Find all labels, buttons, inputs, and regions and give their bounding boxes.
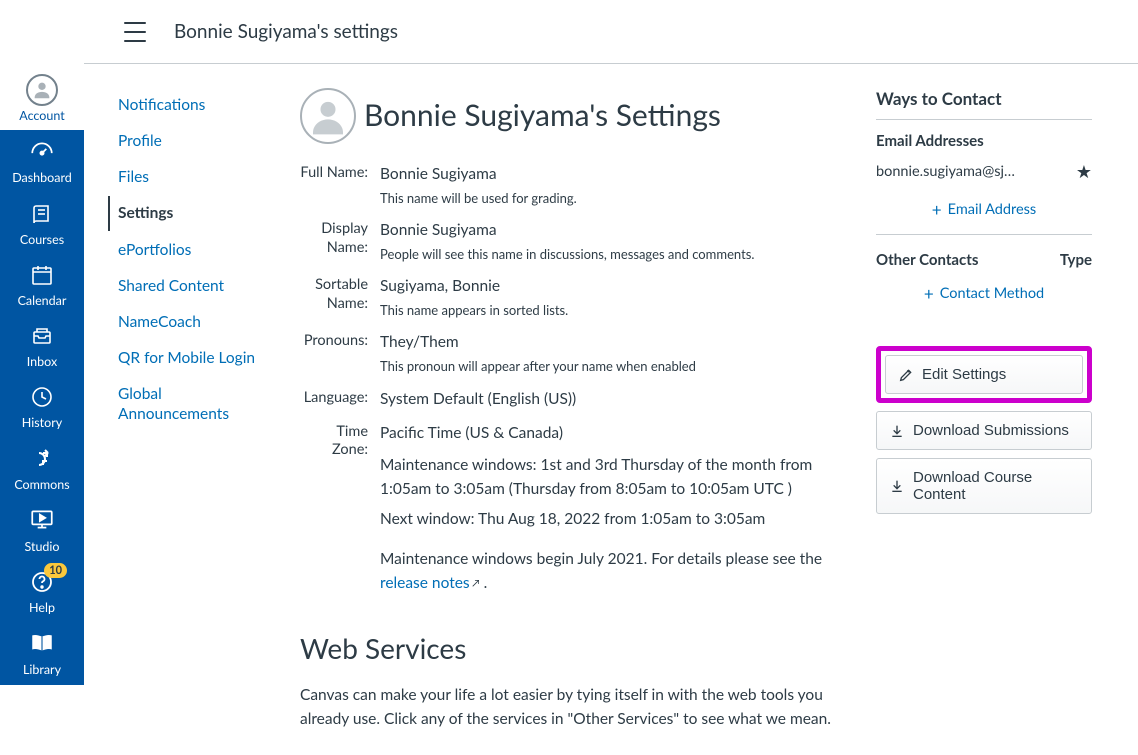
nav-help[interactable]: 10 Help (0, 561, 84, 622)
plus-icon: + (932, 199, 942, 220)
email-addresses-heading: Email Addresses (876, 132, 1092, 150)
web-services-body: Canvas can make your life a lot easier b… (300, 683, 844, 731)
nav-account[interactable]: Account (0, 64, 84, 130)
pronouns-value: They/Them (380, 330, 844, 354)
ways-to-contact-heading: Ways to Contact (876, 88, 1092, 120)
nav-history[interactable]: History (0, 376, 84, 437)
display-name-value: Bonnie Sugiyama (380, 218, 844, 242)
download-course-content-button[interactable]: Download Course Content (876, 458, 1092, 514)
full-name-hint: This name will be used for grading. (380, 188, 844, 208)
subnav-item-notifications[interactable]: Notifications (108, 88, 276, 122)
pencil-icon (898, 367, 914, 383)
release-notes-link[interactable]: release notes (380, 574, 470, 592)
subnav-item-files[interactable]: Files (108, 160, 276, 194)
calendar-icon (27, 262, 57, 288)
subnav-item-global-announcements[interactable]: Global Announcements (108, 377, 276, 431)
sortable-name-label: Sortable Name: (300, 274, 380, 320)
menu-toggle-icon[interactable] (124, 22, 148, 42)
help-badge: 10 (44, 563, 67, 578)
add-contact-link[interactable]: + Contact Method (876, 277, 1092, 318)
sortable-name-value: Sugiyama, Bonnie (380, 274, 844, 298)
nav-courses[interactable]: Courses (0, 193, 84, 254)
add-email-link[interactable]: + Email Address (876, 193, 1092, 235)
plus-icon: + (924, 283, 934, 304)
email-row: bonnie.sugiyama@sj… ★ (876, 160, 1092, 183)
subnav-item-qr-for-mobile-login[interactable]: QR for Mobile Login (108, 341, 276, 375)
courses-icon (27, 201, 57, 227)
right-sidebar: Ways to Contact Email Addresses bonnie.s… (856, 64, 1116, 755)
subnav-item-eportfolios[interactable]: ePortfolios (108, 233, 276, 267)
subnav-item-shared-content[interactable]: Shared Content (108, 269, 276, 303)
timezone-value: Pacific Time (US & Canada) (380, 421, 844, 445)
help-icon: 10 (27, 569, 57, 595)
settings-subnav: NotificationsProfileFilesSettingsePortfo… (84, 64, 276, 755)
display-name-label: Display Name: (300, 218, 380, 264)
maintenance-line-2: Next window: Thu Aug 18, 2022 from 1:05a… (380, 507, 844, 531)
star-icon[interactable]: ★ (1076, 160, 1092, 183)
maintenance-line-3: Maintenance windows begin July 2021. For… (380, 547, 844, 595)
nav-dashboard[interactable]: Dashboard (0, 130, 84, 192)
global-nav: Account Dashboard Courses Calendar Inbox (0, 0, 84, 744)
subnav-item-profile[interactable]: Profile (108, 124, 276, 158)
edit-settings-button[interactable]: Edit Settings (885, 355, 1083, 394)
studio-icon (27, 507, 57, 533)
nav-commons[interactable]: Commons (0, 438, 84, 499)
full-name-label: Full Name: (300, 162, 380, 208)
language-value: System Default (English (US)) (380, 387, 844, 411)
download-icon (889, 423, 905, 439)
timezone-label: Time Zone: (300, 421, 380, 595)
type-heading: Type (1060, 251, 1092, 269)
download-icon (889, 478, 905, 494)
commons-icon (27, 446, 57, 472)
pronouns-label: Pronouns: (300, 330, 380, 376)
sortable-name-hint: This name appears in sorted lists. (380, 300, 844, 320)
top-header: SJSU Bonnie Sugiyama's settings (0, 0, 1138, 64)
pronouns-hint: This pronoun will appear after your name… (380, 356, 844, 376)
nav-calendar[interactable]: Calendar (0, 254, 84, 315)
other-contacts-heading: Other Contacts (876, 251, 978, 269)
external-link-icon: ↗ (470, 577, 480, 589)
display-name-hint: People will see this name in discussions… (380, 244, 844, 264)
nav-studio[interactable]: Studio (0, 499, 84, 561)
web-services-heading: Web Services (300, 631, 844, 665)
language-label: Language: (300, 387, 380, 411)
nav-inbox[interactable]: Inbox (0, 315, 84, 376)
main-content: Bonnie Sugiyama's Settings Full Name: Bo… (276, 64, 856, 755)
breadcrumb: Bonnie Sugiyama's settings (174, 20, 398, 43)
download-submissions-button[interactable]: Download Submissions (876, 411, 1092, 450)
library-icon (27, 630, 57, 656)
dashboard-icon (27, 138, 57, 164)
nav-library[interactable]: Library (0, 622, 84, 684)
maintenance-line-1: Maintenance windows: 1st and 3rd Thursda… (380, 453, 844, 501)
subnav-item-namecoach[interactable]: NameCoach (108, 305, 276, 339)
avatar-icon (26, 74, 58, 106)
edit-highlight: Edit Settings (876, 346, 1092, 403)
full-name-value: Bonnie Sugiyama (380, 162, 844, 186)
history-icon (27, 384, 57, 410)
inbox-icon (27, 323, 57, 349)
page-title: Bonnie Sugiyama's Settings (364, 100, 721, 132)
profile-avatar[interactable] (300, 88, 356, 144)
subnav-item-settings[interactable]: Settings (108, 196, 276, 230)
email-value: bonnie.sugiyama@sj… (876, 163, 1015, 180)
